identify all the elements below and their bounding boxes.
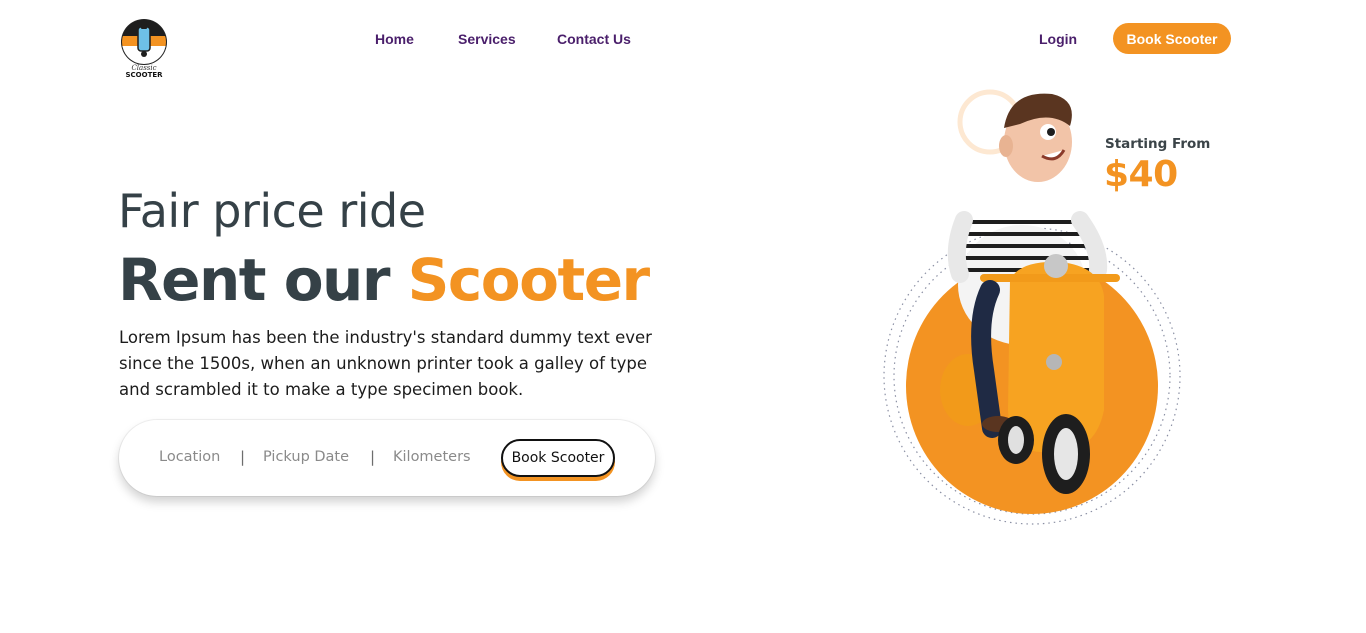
hero-title: Rent our Scooter: [118, 246, 651, 314]
price-value: $40: [1104, 154, 1178, 195]
hero-description: Lorem Ipsum has been the industry's stan…: [119, 328, 652, 399]
separator: |: [240, 448, 246, 466]
hero-title-accent: Scooter: [407, 246, 651, 314]
book-scooter-nav-button[interactable]: Book Scooter: [1113, 23, 1231, 54]
hero-subtitle: Fair price ride: [118, 184, 426, 238]
book-scooter-button[interactable]: Book Scooter: [501, 439, 615, 477]
starting-from-label: Starting From: [1105, 136, 1211, 152]
login-link[interactable]: Login: [1039, 31, 1077, 47]
nav-home[interactable]: Home: [375, 31, 414, 47]
pickup-date-field[interactable]: Pickup Date: [263, 449, 349, 465]
hero-title-plain: Rent our: [118, 246, 408, 314]
kilometers-field[interactable]: Kilometers: [393, 449, 471, 465]
nav-contact-us[interactable]: Contact Us: [557, 31, 631, 47]
location-field[interactable]: Location: [159, 449, 220, 465]
brand-logo[interactable]: Classic SCOOTER: [118, 16, 170, 80]
scooter-logo-icon: Classic SCOOTER: [121, 19, 167, 79]
nav-services[interactable]: Services: [458, 31, 516, 47]
svg-text:SCOOTER: SCOOTER: [125, 71, 163, 79]
separator: |: [370, 448, 376, 466]
